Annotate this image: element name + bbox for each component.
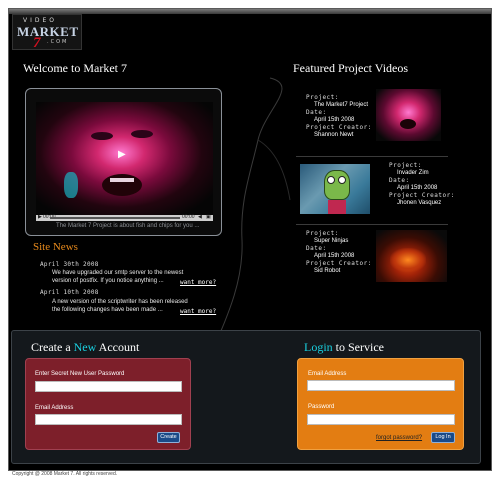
project-name: Super Ninjas (314, 237, 349, 244)
news-more-link[interactable]: want more? (180, 308, 216, 315)
logo-text-market: MARKET (17, 24, 79, 39)
new-password-input[interactable] (35, 381, 182, 392)
logo-text-video: VIDEO (23, 17, 58, 24)
news-text-line: A new version of the scriptwriter has be… (52, 299, 188, 305)
project-date: April 15th 2008 (314, 116, 355, 123)
login-password-label: Password (308, 404, 335, 410)
site-news-heading: Site News (33, 241, 78, 253)
new-password-label: Enter Secret New User Password (35, 371, 125, 377)
heading-text: to Service (332, 340, 384, 354)
footer-copyright: Copyright @ 2008 Market 7. All rights re… (12, 471, 118, 477)
create-account-heading: Create a New Account (31, 340, 139, 355)
news-date: April 10th 2008 (40, 289, 99, 296)
project-creator: Jhonen Vasquez (397, 199, 442, 206)
featured-heading: Featured Project Videos (293, 61, 409, 75)
video-frame-detail (91, 132, 113, 140)
creator-label: Project Creator: (389, 192, 455, 199)
featured-video-thumbnail[interactable] (376, 230, 447, 282)
volume-icon[interactable]: ◀ (198, 214, 202, 220)
new-email-input[interactable] (35, 414, 182, 425)
featured-video-thumbnail[interactable] (376, 89, 441, 141)
featured-video-thumbnail[interactable] (300, 164, 370, 214)
creator-label: Project Creator: (306, 124, 372, 131)
project-date: April 15th 2008 (314, 252, 355, 259)
thumbnail-detail (324, 170, 350, 200)
logo-text-com: .COM (47, 39, 69, 45)
logo-text-seven: 7 (33, 35, 41, 51)
play-icon[interactable]: ▶ (118, 149, 126, 160)
date-label: Date: (306, 109, 327, 116)
project-creator: Shannon Newt (314, 131, 354, 138)
login-email-input[interactable] (307, 380, 455, 391)
seek-bar[interactable] (50, 217, 180, 219)
login-password-input[interactable] (307, 414, 455, 425)
site-logo[interactable]: VIDEO MARKET 7 .COM (12, 14, 82, 51)
login-heading: Login to Service (304, 340, 384, 355)
news-text: We have upgraded our smtp server to the … (52, 269, 183, 285)
video-frame-detail (64, 172, 78, 198)
video-player: ▶ ▶ 00:00 00:00 ◀ ▣ The Market 7 Project… (25, 88, 222, 236)
project-name: Invader Zim (397, 169, 429, 176)
news-text-line: version of postfix. If you notice anythi… (52, 278, 164, 284)
date-label: Date: (306, 245, 327, 252)
heading-highlight: Login (304, 340, 333, 354)
welcome-heading: Welcome to Market 7 (23, 61, 127, 75)
video-screen[interactable]: ▶ (36, 102, 213, 215)
news-more-link[interactable]: want more? (180, 279, 216, 286)
fullscreen-icon[interactable]: ▣ (206, 214, 211, 220)
project-label: Project: (306, 230, 339, 237)
divider (296, 156, 448, 157)
login-form: Email Address Password forgot password? … (297, 358, 464, 450)
create-button[interactable]: Create (157, 432, 180, 443)
date-label: Date: (389, 177, 410, 184)
video-controls: ▶ 00:00 00:00 ◀ ▣ (36, 214, 213, 221)
new-email-label: Email Address (35, 405, 74, 411)
thumbnail-detail (338, 176, 346, 184)
news-text-line: We have upgraded our smtp server to the … (52, 270, 184, 276)
creator-label: Project Creator: (306, 260, 372, 267)
time-total: 00:00 (182, 214, 195, 220)
forgot-password-link[interactable]: forgot password? (376, 435, 422, 441)
heading-text: Create a (31, 340, 74, 354)
heading-highlight: New (73, 340, 97, 354)
divider (296, 224, 448, 225)
video-frame-detail (131, 130, 153, 138)
featured-item-meta: Project: The Market7 Project Date: April… (306, 94, 372, 139)
video-caption: The Market 7 Project is about fish and c… (56, 223, 200, 229)
video-frame-detail (110, 178, 134, 182)
login-email-label: Email Address (308, 371, 347, 377)
project-label: Project: (389, 162, 422, 169)
featured-item-meta: Project: Invader Zim Date: April 15th 20… (389, 162, 455, 207)
project-label: Project: (306, 94, 339, 101)
thumbnail-detail (328, 200, 346, 214)
play-button-icon[interactable]: ▶ (38, 214, 42, 220)
create-account-form: Enter Secret New User Password Email Add… (25, 358, 191, 450)
login-button[interactable]: Log In (431, 432, 455, 443)
heading-text: Account (96, 340, 140, 354)
featured-item-meta: Project: Super Ninjas Date: April 15th 2… (306, 230, 372, 275)
news-text: A new version of the scriptwriter has be… (52, 298, 188, 314)
project-name: The Market7 Project (314, 101, 369, 108)
news-date: April 30th 2008 (40, 261, 99, 268)
thumbnail-detail (327, 176, 335, 184)
news-text-line: the following changes have been made ... (52, 307, 163, 313)
project-creator: Sid Robot (314, 267, 341, 274)
project-date: April 15th 2008 (397, 184, 438, 191)
